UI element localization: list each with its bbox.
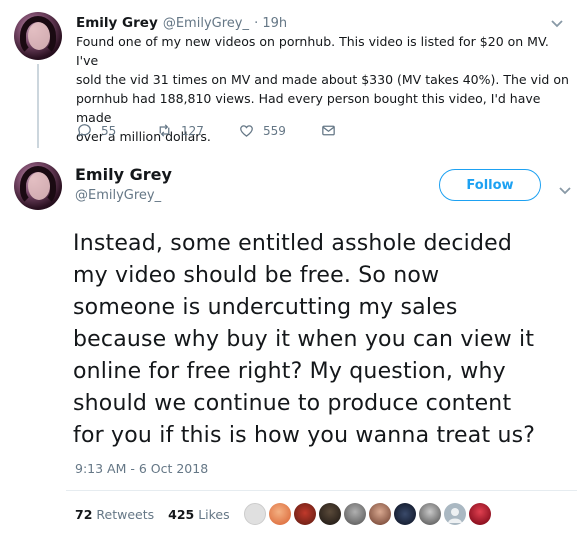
liker-avatar[interactable] <box>419 503 441 525</box>
retweets-stat[interactable]: 72 Retweets <box>75 507 154 522</box>
default-avatar-icon[interactable] <box>444 503 466 525</box>
main-tweet-line: online for free right? My question, why <box>73 359 506 384</box>
reply-button[interactable]: 55 <box>76 122 156 139</box>
parent-author-avatar[interactable] <box>14 12 62 60</box>
tweet-stats: 72 Retweets 425 Likes <box>75 507 230 522</box>
liker-avatar[interactable] <box>344 503 366 525</box>
thread-connector-line <box>37 64 39 148</box>
liker-avatar[interactable] <box>319 503 341 525</box>
main-tweet-line: my video should be free. So now <box>73 263 440 288</box>
parent-tweet-line: Found one of my new videos on pornhub. T… <box>76 34 549 68</box>
parent-author-handle[interactable]: @EmilyGrey_ <box>163 16 249 31</box>
parent-author-name[interactable]: Emily Grey <box>76 15 158 31</box>
avatar-hair <box>20 16 56 56</box>
main-tweet-line: because why buy it when you can view it <box>73 327 535 352</box>
stats-top-divider <box>66 490 577 491</box>
heart-icon <box>240 125 253 137</box>
retweets-count: 72 <box>75 507 93 522</box>
main-author-handle[interactable]: @EmilyGrey_ <box>75 188 161 203</box>
reply-icon <box>78 124 91 137</box>
like-count: 559 <box>263 123 286 138</box>
liker-avatar[interactable] <box>469 503 491 525</box>
main-tweet-line: Instead, some entitled asshole decided <box>73 231 513 256</box>
liker-avatar[interactable] <box>244 503 266 525</box>
main-tweet-line: for you if this is how you wanna treat u… <box>73 423 536 448</box>
liker-avatar[interactable] <box>294 503 316 525</box>
retweet-icon <box>159 124 170 137</box>
parent-more-chevron-icon[interactable] <box>550 14 564 33</box>
avatar-hair <box>20 166 56 206</box>
parent-tweet-time[interactable]: · 19h <box>254 16 287 31</box>
main-author-name[interactable]: Emily Grey <box>75 165 172 184</box>
likes-count: 425 <box>168 507 195 522</box>
parent-tweet-line: sold the vid 31 times on MV and made abo… <box>76 72 569 87</box>
retweet-count: 127 <box>181 123 204 138</box>
main-tweet-line: should we continue to produce content <box>73 391 512 416</box>
liker-avatar[interactable] <box>369 503 391 525</box>
parent-tweet-actions: 55 127 559 <box>76 122 360 139</box>
retweets-label: Retweets <box>96 507 155 522</box>
main-tweet-line: someone is undercutting my sales <box>73 295 458 320</box>
liker-avatar[interactable] <box>394 503 416 525</box>
main-tweet-text: Instead, some entitled asshole decided m… <box>73 228 573 452</box>
direct-message-button[interactable] <box>320 122 360 139</box>
main-author-avatar[interactable] <box>14 162 62 210</box>
envelope-icon <box>322 125 335 136</box>
main-more-chevron-icon[interactable] <box>558 181 572 200</box>
likes-label: Likes <box>198 507 230 522</box>
main-tweet-timestamp[interactable]: 9:13 AM - 6 Oct 2018 <box>75 461 208 476</box>
liker-avatar[interactable] <box>269 503 291 525</box>
parent-tweet-header: Emily Grey @EmilyGrey_ · 19h <box>76 12 287 31</box>
liker-avatars <box>244 503 491 525</box>
retweet-button[interactable]: 127 <box>156 122 238 139</box>
reply-count: 55 <box>101 123 117 138</box>
like-button[interactable]: 559 <box>238 122 320 139</box>
likes-stat[interactable]: 425 Likes <box>168 507 230 522</box>
follow-button[interactable]: Follow <box>439 169 541 201</box>
